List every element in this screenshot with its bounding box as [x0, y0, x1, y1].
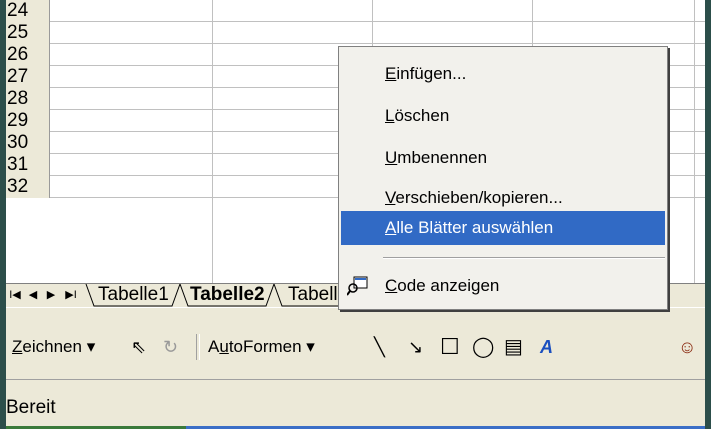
row-header[interactable]: 26 — [6, 44, 50, 66]
row-header[interactable]: 27 — [6, 66, 50, 88]
view-code-icon — [347, 276, 368, 296]
first-sheet-button[interactable]: I◀ — [8, 287, 22, 303]
grid-row[interactable]: 24 — [6, 0, 705, 22]
row-header[interactable]: 28 — [6, 88, 50, 110]
row-header[interactable]: 25 — [6, 22, 50, 44]
line-tool-icon[interactable]: ╲ — [374, 336, 385, 358]
menu-item-rename[interactable]: Umbenennen — [341, 141, 665, 175]
draw-menu-label: Zeichnen — [12, 337, 82, 356]
status-bar: Bereit — [6, 379, 705, 429]
select-objects-icon[interactable]: ⇖ — [131, 336, 146, 358]
rectangle-tool-icon[interactable]: ☐ — [440, 336, 460, 358]
row-header[interactable]: 29 — [6, 110, 50, 132]
status-text: Bereit — [6, 397, 56, 418]
clipart-icon[interactable]: ☺ — [678, 336, 696, 358]
row-header[interactable]: 24 — [6, 0, 50, 22]
row-header[interactable]: 31 — [6, 154, 50, 176]
wordart-icon[interactable]: A — [540, 336, 553, 358]
row-header[interactable]: 32 — [6, 176, 50, 198]
toolbar-separator — [196, 334, 200, 360]
menu-item-move-copy[interactable]: Verschieben/kopieren... — [341, 181, 665, 215]
menu-item-view-code[interactable]: Code anzeigen — [341, 269, 665, 303]
draw-menu-button[interactable]: Zeichnen ▾ — [12, 336, 95, 358]
arrow-tool-icon[interactable]: ↘ — [408, 336, 423, 358]
menu-item-delete[interactable]: Löschen — [341, 99, 665, 133]
oval-tool-icon[interactable]: ◯ — [472, 336, 494, 358]
row-header[interactable]: 30 — [6, 132, 50, 154]
menu-item-select-all-sheets[interactable]: Alle Blätter auswählen — [341, 211, 665, 245]
next-sheet-button[interactable]: ▶ — [44, 287, 58, 303]
dropdown-arrow-icon: ▾ — [306, 337, 315, 356]
sheet-tab-context-menu: Einfügen... Löschen Umbenennen Verschieb… — [338, 46, 668, 310]
excel-window: 24 25 26 27 28 29 30 31 32 I◀ ◀ ▶ ▶I Tab… — [0, 0, 711, 429]
sheet-tab-tabelle1[interactable]: Tabelle1 — [98, 284, 169, 306]
autoshapes-menu-button[interactable]: AutoFormen ▾ — [208, 336, 315, 358]
menu-separator — [383, 257, 665, 259]
textbox-tool-icon[interactable]: ▤ — [504, 336, 523, 358]
drawing-toolbar: Zeichnen ▾ ⇖ ↻ AutoFormen ▾ ╲ ↘ ☐ ◯ ▤ A … — [6, 307, 705, 379]
prev-sheet-button[interactable]: ◀ — [26, 287, 40, 303]
window-border-right — [705, 0, 711, 429]
dropdown-arrow-icon: ▾ — [86, 337, 96, 356]
menu-item-insert[interactable]: Einfügen... — [341, 57, 665, 91]
sheet-tab-tabelle2[interactable]: Tabelle2 — [190, 284, 265, 306]
autoshapes-label: AutoFormen — [208, 337, 302, 356]
free-rotate-icon[interactable]: ↻ — [163, 336, 178, 358]
grid-row[interactable]: 25 — [6, 22, 705, 44]
